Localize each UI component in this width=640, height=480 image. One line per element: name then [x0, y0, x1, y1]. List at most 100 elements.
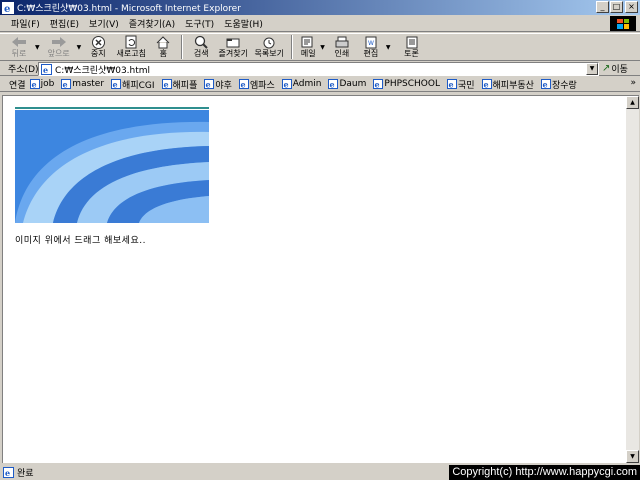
back-dropdown-icon[interactable]: ▼: [35, 44, 40, 51]
ie-page-icon: e: [29, 79, 40, 90]
discuss-label: 토론: [404, 49, 419, 58]
close-button[interactable]: ×: [625, 1, 638, 13]
discuss-icon: [404, 35, 420, 49]
link-phpschool[interactable]: e PHPSCHOOL: [373, 79, 440, 89]
link-yahoo[interactable]: e 야후: [204, 78, 232, 91]
history-icon: [261, 35, 277, 49]
edit-dropdown-icon[interactable]: ▼: [386, 44, 391, 51]
ie-page-icon: e: [111, 79, 122, 90]
history-button[interactable]: 목록보기: [251, 34, 287, 60]
link-happycgi[interactable]: e 해피CGI: [111, 78, 155, 91]
refresh-icon: [123, 35, 139, 49]
go-arrow-icon: ↗: [602, 63, 611, 74]
status-bar: e 완료 Copyright(c) http://www.happycgi.co…: [0, 464, 640, 480]
links-label: 연결: [9, 80, 26, 91]
links-bar: 연결 e job e master e 해피CGI e 해피플 e 야후 e 엠…: [0, 77, 640, 92]
scroll-down-button[interactable]: ▼: [626, 450, 639, 463]
title-bar[interactable]: e C:₩스크린샷₩03.html - Microsoft Internet E…: [0, 0, 640, 15]
back-label: 뒤로: [11, 49, 27, 58]
link-daum[interactable]: e Daum: [328, 79, 366, 89]
link-empas[interactable]: e 엠파스: [238, 78, 275, 91]
forward-dropdown-icon[interactable]: ▼: [77, 44, 82, 51]
home-button[interactable]: 홈: [149, 34, 177, 60]
link-label: 해피플: [172, 80, 198, 91]
link-label: PHPSCHOOL: [384, 79, 440, 89]
vertical-scrollbar[interactable]: ▲ ▼: [626, 95, 639, 463]
mail-label: 메일: [300, 49, 316, 58]
favorites-label: 즐겨찾기: [218, 49, 248, 58]
favorites-button[interactable]: 즐겨찾기: [215, 34, 251, 60]
stop-button[interactable]: 중지: [83, 34, 113, 60]
svg-text:W: W: [368, 40, 374, 47]
toolbar-separator: [291, 35, 294, 59]
link-happy-realestate[interactable]: e 해피부동산: [481, 78, 534, 91]
ie-page-icon: e: [61, 79, 72, 90]
favorites-icon: [225, 35, 241, 49]
home-icon: [155, 35, 171, 49]
forward-label: 앞으로: [47, 49, 70, 58]
svg-text:e: e: [31, 80, 36, 90]
link-label: master: [72, 79, 105, 89]
menu-file[interactable]: 파일(F): [6, 17, 45, 30]
mail-icon: [300, 35, 316, 49]
scroll-up-button[interactable]: ▲: [626, 96, 639, 109]
print-button[interactable]: 인쇄: [327, 34, 357, 60]
svg-text:e: e: [375, 80, 380, 90]
go-label: 이동: [611, 65, 628, 75]
link-jangsurang[interactable]: e 장수랑: [540, 78, 577, 91]
maximize-button[interactable]: □: [610, 1, 623, 13]
toolbar-separator: [181, 35, 184, 59]
svg-text:e: e: [113, 80, 118, 90]
internet-explorer-icon: e: [2, 1, 14, 14]
page-icon: e: [41, 63, 52, 75]
svg-text:e: e: [542, 80, 547, 90]
instruction-text: 이미지 위에서 드래그 해보세요..: [15, 236, 146, 246]
minimize-button[interactable]: _: [596, 1, 609, 13]
forward-button[interactable]: 앞으로: [42, 34, 76, 60]
svg-text:e: e: [448, 80, 453, 90]
stop-icon: [90, 35, 106, 49]
svg-text:e: e: [330, 80, 335, 90]
search-label: 검색: [193, 49, 209, 58]
search-icon: [193, 35, 209, 49]
svg-text:e: e: [43, 65, 48, 75]
edit-icon: W: [363, 35, 379, 49]
go-button[interactable]: ↗ 이동: [602, 62, 628, 75]
menu-edit[interactable]: 편집(E): [45, 17, 84, 30]
svg-text:e: e: [4, 4, 10, 14]
svg-text:e: e: [63, 80, 68, 90]
refresh-button[interactable]: 새로고침: [113, 34, 149, 60]
mail-dropdown-icon[interactable]: ▼: [320, 44, 325, 51]
link-happyple[interactable]: e 해피플: [161, 78, 198, 91]
mail-button[interactable]: 메일: [297, 34, 319, 60]
svg-text:e: e: [5, 468, 10, 478]
svg-text:e: e: [240, 80, 245, 90]
address-dropdown-button[interactable]: ▼: [586, 63, 598, 75]
svg-text:e: e: [283, 80, 288, 90]
address-bar: 주소(D) e C:₩스크린샷₩03.html ▼ ↗ 이동: [0, 62, 640, 76]
link-label: 국민: [457, 80, 475, 91]
history-label: 목록보기: [254, 49, 284, 58]
discuss-button[interactable]: 토론: [399, 34, 425, 60]
print-icon: [334, 35, 350, 49]
ie-page-icon: e: [446, 79, 457, 90]
menu-view[interactable]: 보기(V): [84, 17, 124, 30]
menu-bar: 파일(F) 편집(E) 보기(V) 즐겨찾기(A) 도구(T) 도움말(H): [0, 15, 640, 32]
draggable-banner-image[interactable]: [15, 110, 209, 223]
edit-button[interactable]: W 편집: [357, 34, 385, 60]
links-more-chevron-icon[interactable]: »: [630, 78, 636, 88]
link-label: Daum: [339, 79, 367, 89]
back-button[interactable]: 뒤로: [4, 34, 34, 60]
menu-help[interactable]: 도움말(H): [219, 17, 268, 30]
address-input[interactable]: e C:₩스크린샷₩03.html ▼: [38, 62, 599, 76]
windows-logo-icon: [610, 16, 636, 31]
search-button[interactable]: 검색: [187, 34, 215, 60]
link-kookmin[interactable]: e 국민: [446, 78, 475, 91]
link-admin[interactable]: e Admin: [281, 79, 321, 90]
link-label: 장수랑: [551, 80, 577, 91]
menu-tools[interactable]: 도구(T): [180, 17, 219, 30]
menu-favorites[interactable]: 즐겨찾기(A): [124, 17, 180, 30]
address-label: 주소(D): [8, 65, 39, 75]
link-job[interactable]: e job: [29, 79, 54, 90]
link-master[interactable]: e master: [61, 79, 104, 89]
